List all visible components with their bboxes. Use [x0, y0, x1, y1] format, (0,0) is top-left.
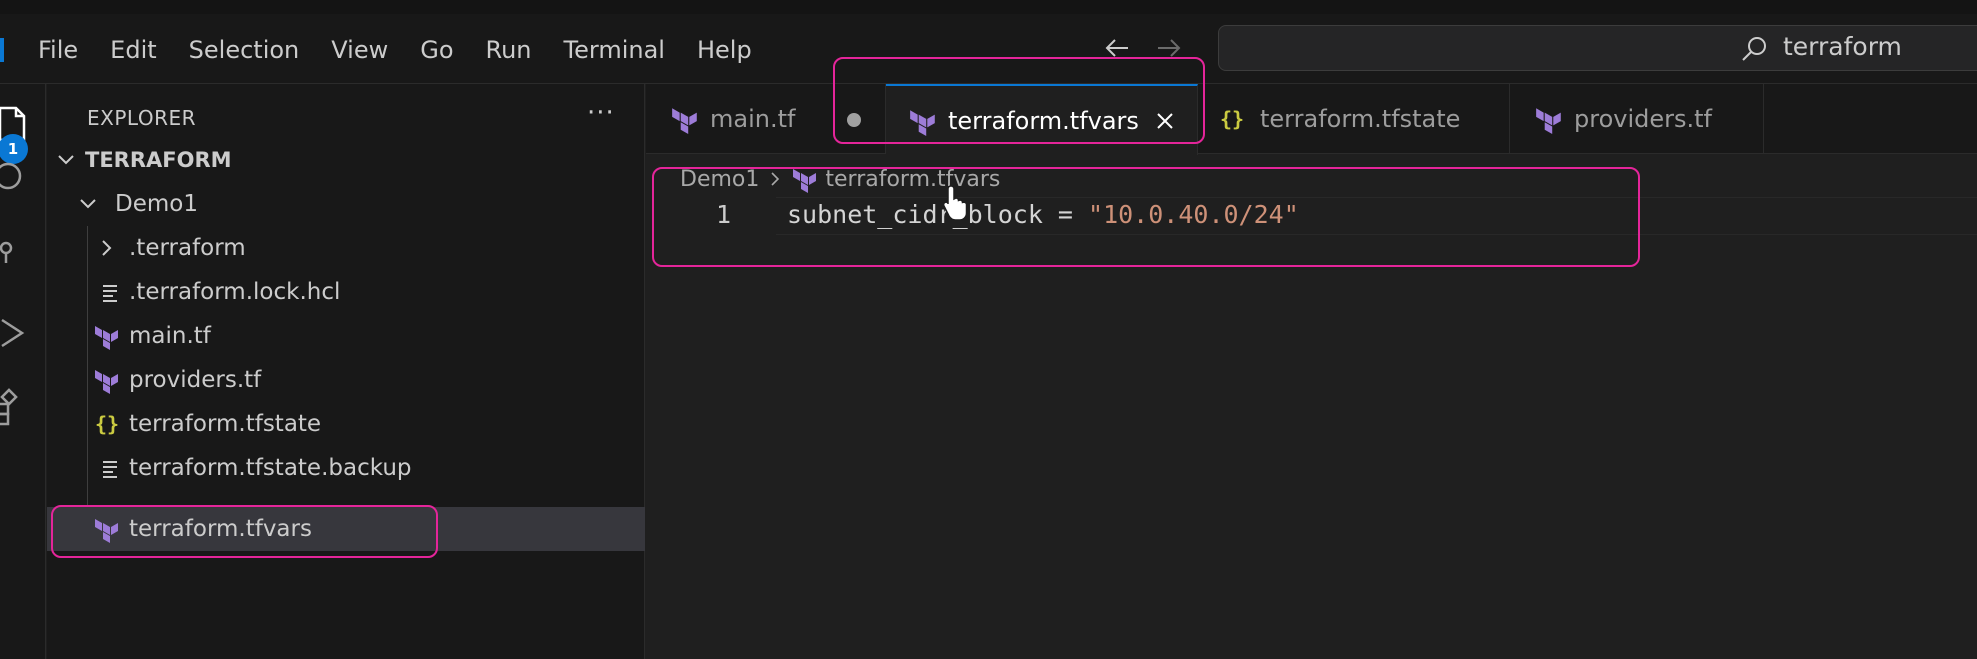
tree-folder-label: Demo1 — [115, 191, 198, 217]
tree-item-label: providers.tf — [129, 367, 262, 393]
close-icon[interactable] — [1153, 109, 1177, 133]
tab-label: main.tf — [710, 105, 796, 133]
text-file-icon — [103, 285, 117, 302]
tab-terraform-tfstate[interactable]: {} terraform.tfstate — [1198, 84, 1510, 154]
tree-item-lock-hcl[interactable]: .terraform.lock.hcl — [47, 270, 645, 314]
explorer-sidebar: EXPLORER ··· TERRAFORM Demo1 .terraform … — [47, 84, 645, 659]
unsaved-dot-icon[interactable] — [847, 113, 861, 127]
tree-root-label: TERRAFORM — [85, 148, 232, 172]
tree-item-providers-tf[interactable]: providers.tf — [47, 358, 645, 402]
tab-label: providers.tf — [1574, 105, 1712, 133]
tree-item-label: .terraform — [129, 235, 246, 261]
menu-go[interactable]: Go — [420, 34, 469, 66]
tree-item-tfvars[interactable]: terraform.tfvars — [47, 507, 645, 551]
terraform-icon — [672, 108, 697, 134]
search-sidebar-icon[interactable] — [0, 156, 32, 198]
tab-label: terraform.tfvars — [948, 106, 1139, 135]
app-logo-icon — [0, 38, 4, 62]
search-icon — [1742, 37, 1766, 61]
tab-providers-tf[interactable]: providers.tf — [1510, 84, 1764, 154]
tree-item-label: terraform.tfstate — [129, 411, 322, 437]
terraform-icon — [793, 169, 817, 193]
tree-item-tfstate[interactable]: {} terraform.tfstate — [47, 402, 645, 446]
json-file-icon: {} — [94, 412, 120, 436]
chevron-down-icon — [58, 155, 74, 165]
more-actions-icon[interactable]: ··· — [587, 98, 615, 128]
json-file-icon: {} — [1220, 107, 1245, 131]
explorer-title: EXPLORER — [87, 106, 196, 130]
tab-label: terraform.tfstate — [1260, 105, 1461, 133]
code-line[interactable]: 1 subnet_cidr_block = "10.0.40.0/24" — [646, 197, 1977, 235]
tree-item-main-tf[interactable]: main.tf — [47, 314, 645, 358]
menu-bar: File Edit Selection View Go Run Terminal… — [38, 34, 784, 66]
run-debug-icon[interactable] — [0, 312, 32, 354]
forward-arrow-icon[interactable] — [1152, 31, 1186, 65]
text-file-icon — [103, 461, 117, 478]
command-center-search[interactable]: terraform — [1218, 25, 1977, 71]
menu-edit[interactable]: Edit — [110, 34, 172, 66]
chevron-right-icon — [771, 172, 780, 186]
chevron-right-icon — [102, 240, 112, 256]
tree-item-label: .terraform.lock.hcl — [129, 279, 341, 305]
tree-item-dot-terraform[interactable]: .terraform — [47, 226, 645, 270]
menu-selection[interactable]: Selection — [189, 34, 316, 66]
tree-item-label: main.tf — [129, 323, 211, 349]
hand-cursor-icon — [942, 185, 968, 221]
menu-help[interactable]: Help — [697, 34, 768, 66]
chevron-down-icon — [80, 199, 96, 209]
navigation-arrows — [1100, 31, 1186, 65]
editor-tab-bar: main.tf terraform.tfvars {} terraform.tf… — [646, 84, 1977, 155]
breadcrumb-file[interactable]: terraform.tfvars — [825, 167, 1000, 192]
code-operator: = — [1042, 200, 1089, 229]
activity-bar: 1 — [0, 84, 46, 659]
tab-main-tf[interactable]: main.tf — [646, 84, 886, 154]
menu-terminal[interactable]: Terminal — [564, 34, 681, 66]
code-string: "10.0.40.0/24" — [1088, 200, 1299, 229]
terraform-icon — [95, 519, 118, 543]
code-text[interactable]: subnet_cidr_block = "10.0.40.0/24" — [787, 200, 1299, 229]
tree-item-label: terraform.tfvars — [129, 516, 312, 542]
tree-item-tfstate-backup[interactable]: terraform.tfstate.backup — [47, 446, 645, 490]
tab-terraform-tfvars[interactable]: terraform.tfvars — [886, 84, 1198, 155]
editor-area[interactable]: Demo1 terraform.tfvars 1 subnet_cidr_blo… — [646, 155, 1977, 659]
back-arrow-icon[interactable] — [1100, 31, 1134, 65]
terraform-icon — [95, 326, 118, 350]
title-bar: File Edit Selection View Go Run Terminal… — [0, 0, 1977, 84]
menu-file[interactable]: File — [38, 34, 94, 66]
terraform-icon — [1536, 108, 1561, 134]
terraform-icon — [95, 370, 118, 394]
search-text: terraform — [1783, 32, 1902, 61]
source-control-icon[interactable] — [0, 232, 32, 274]
code-identifier: subnet_cidr_block — [787, 200, 1043, 229]
tree-folder-demo1[interactable]: Demo1 — [47, 182, 645, 226]
breadcrumb-folder[interactable]: Demo1 — [680, 167, 759, 192]
menu-run[interactable]: Run — [486, 34, 548, 66]
tree-root-terraform[interactable]: TERRAFORM — [47, 138, 645, 182]
extensions-icon[interactable] — [0, 384, 32, 426]
tree-item-label: terraform.tfstate.backup — [129, 455, 412, 481]
menu-view[interactable]: View — [331, 34, 404, 66]
window-top-strip — [0, 0, 1977, 14]
line-number: 1 — [716, 200, 732, 229]
terraform-icon — [910, 109, 935, 136]
